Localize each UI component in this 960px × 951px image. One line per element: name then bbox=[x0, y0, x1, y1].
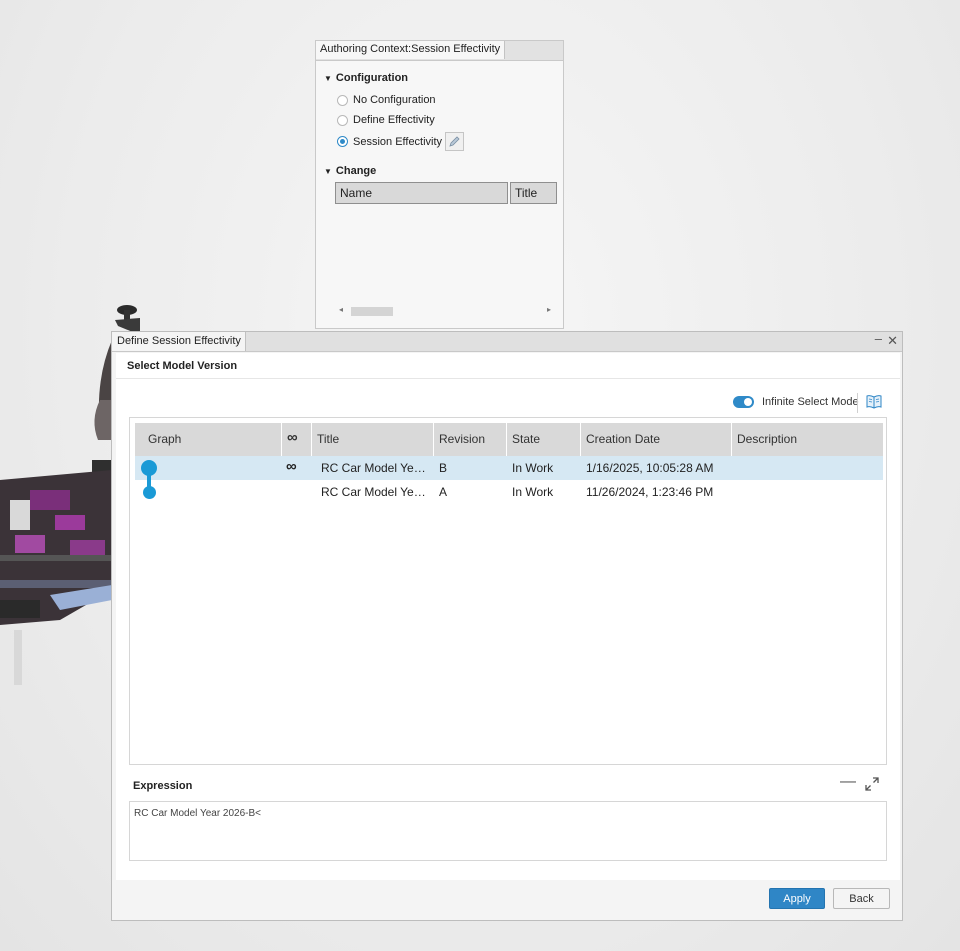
cell-state: In Work bbox=[512, 485, 554, 499]
cell-revision: A bbox=[439, 485, 448, 499]
radio-button[interactable] bbox=[337, 114, 348, 126]
dialog-title-tab[interactable]: Define Session Effectivity bbox=[112, 332, 246, 351]
column-header-title[interactable]: Title bbox=[312, 423, 434, 456]
table-row[interactable]: RC Car Model Ye… A In Work 11/26/2024, 1… bbox=[135, 480, 883, 504]
horizontal-scrollbar[interactable]: ◂ ▸ bbox=[337, 305, 555, 318]
expression-text: RC Car Model Year 2026-B< bbox=[134, 808, 262, 819]
scroll-left-arrow-icon[interactable]: ◂ bbox=[339, 305, 343, 314]
cell-revision: B bbox=[439, 461, 448, 475]
configuration-section-label: Configuration bbox=[335, 72, 409, 84]
pencil-icon bbox=[449, 136, 460, 147]
collapse-triangle-icon: ▼ bbox=[324, 167, 332, 176]
graph-node-revision-a[interactable] bbox=[143, 486, 156, 499]
expression-title: Expression bbox=[133, 780, 193, 792]
cell-title: RC Car Model Ye… bbox=[321, 485, 426, 499]
radio-label: No Configuration bbox=[353, 94, 436, 106]
panel-tab-bar: Authoring Context:Session Effectivity bbox=[316, 41, 563, 61]
radio-label: Session Effectivity bbox=[353, 135, 443, 148]
define-session-effectivity-dialog: Define Session Effectivity – ✕ Select Mo… bbox=[111, 331, 903, 921]
tab-authoring-context[interactable]: Authoring Context:Session Effectivity bbox=[316, 41, 506, 59]
infinite-icon: ∞ bbox=[286, 458, 297, 475]
scrollbar-thumb[interactable] bbox=[351, 307, 393, 316]
dialog-title-bar: Define Session Effectivity – ✕ bbox=[112, 331, 902, 352]
column-header-graph[interactable]: Graph bbox=[135, 423, 282, 456]
table-header: Graph ∞ Title Revision State Creation Da… bbox=[135, 423, 883, 456]
cell-creation-date: 11/26/2024, 1:23:46 PM bbox=[586, 485, 714, 499]
change-section-header[interactable]: ▼ Change bbox=[324, 165, 376, 177]
radio-define-effectivity[interactable]: Define Effectivity bbox=[337, 114, 435, 126]
minimize-icon[interactable]: – bbox=[875, 331, 882, 346]
edit-session-effectivity-button[interactable] bbox=[445, 132, 465, 151]
column-header-state[interactable]: State bbox=[507, 423, 581, 456]
infinite-select-mode-label: Infinite Select Mode bbox=[762, 396, 859, 408]
infinite-select-mode-toggle[interactable] bbox=[733, 396, 754, 408]
authoring-context-panel: Authoring Context:Session Effectivity ▼ C… bbox=[315, 40, 564, 329]
cell-title: RC Car Model Ye… bbox=[321, 461, 426, 475]
apply-button[interactable]: Apply bbox=[769, 888, 825, 909]
scroll-right-arrow-icon[interactable]: ▸ bbox=[547, 305, 551, 314]
radio-session-effectivity[interactable]: Session Effectivity bbox=[337, 132, 465, 151]
cell-creation-date: 1/16/2025, 10:05:28 AM bbox=[586, 461, 714, 475]
expression-field[interactable]: RC Car Model Year 2026-B< bbox=[129, 801, 887, 861]
change-section-label: Change bbox=[335, 165, 377, 177]
book-icon[interactable] bbox=[866, 394, 882, 412]
radio-button-selected[interactable] bbox=[337, 136, 348, 147]
dialog-content: Select Model Version Infinite Select Mod… bbox=[116, 353, 900, 880]
column-header-description[interactable]: Description bbox=[732, 423, 883, 456]
column-header-title[interactable]: Title bbox=[510, 182, 557, 204]
change-table-header: Name Title bbox=[335, 182, 557, 205]
divider bbox=[116, 378, 900, 379]
radio-button[interactable] bbox=[337, 94, 348, 106]
table-row[interactable]: ∞ RC Car Model Ye… B In Work 1/16/2025, … bbox=[135, 456, 883, 480]
column-header-revision[interactable]: Revision bbox=[434, 423, 507, 456]
section-title: Select Model Version bbox=[127, 360, 238, 372]
toolbar-divider bbox=[857, 393, 858, 413]
graph-node-revision-b[interactable] bbox=[141, 460, 157, 476]
configuration-section-header[interactable]: ▼ Configuration bbox=[324, 72, 408, 84]
expand-icon[interactable] bbox=[864, 776, 880, 795]
back-button[interactable]: Back bbox=[833, 888, 890, 909]
model-version-table: Graph ∞ Title Revision State Creation Da… bbox=[129, 417, 887, 765]
radio-no-configuration[interactable]: No Configuration bbox=[337, 94, 436, 106]
radio-label: Define Effectivity bbox=[353, 114, 435, 126]
column-header-infinite[interactable]: ∞ bbox=[282, 423, 312, 456]
collapse-triangle-icon: ▼ bbox=[324, 74, 332, 83]
collapse-expression-icon[interactable]: — bbox=[840, 773, 856, 791]
cell-state: In Work bbox=[512, 461, 554, 475]
column-header-creation-date[interactable]: Creation Date bbox=[581, 423, 732, 456]
column-header-name[interactable]: Name bbox=[335, 182, 508, 204]
close-icon[interactable]: ✕ bbox=[887, 333, 898, 349]
